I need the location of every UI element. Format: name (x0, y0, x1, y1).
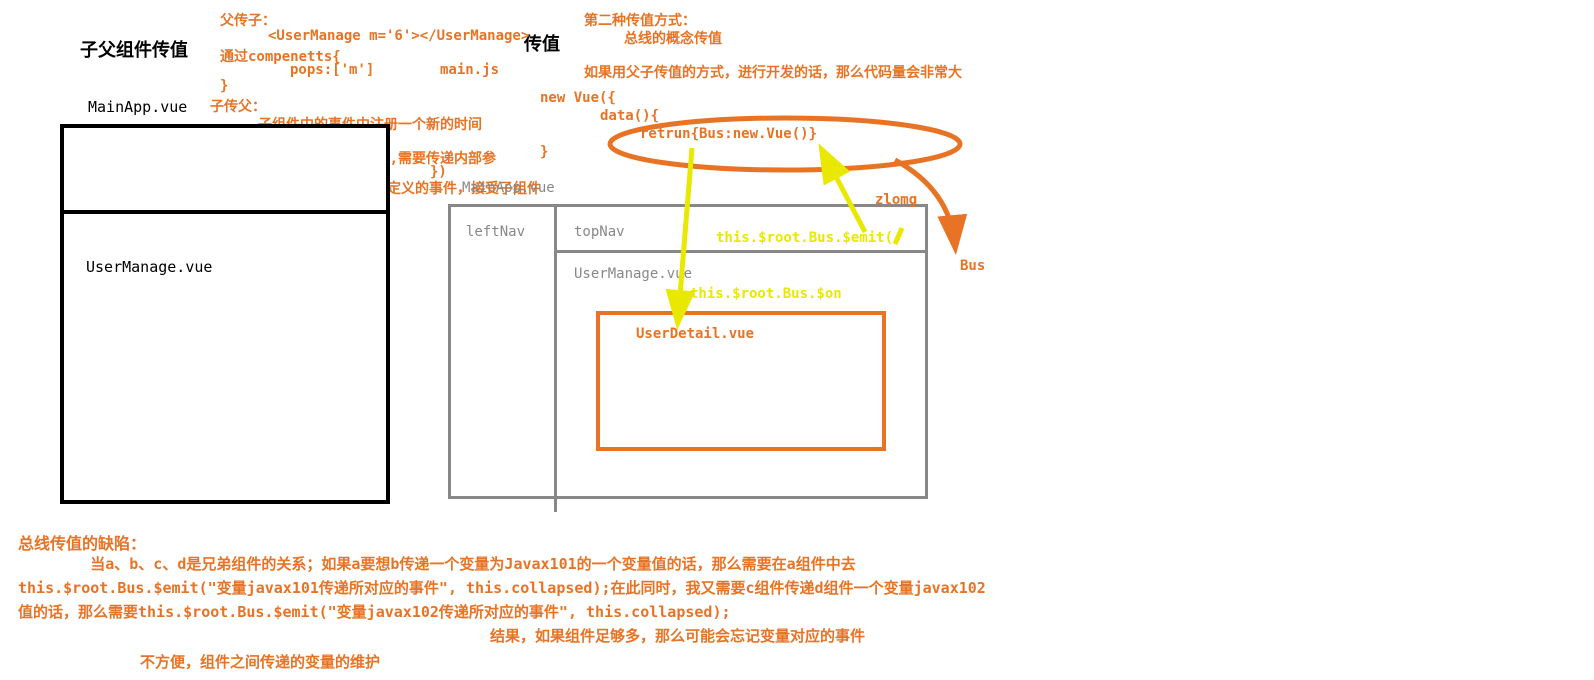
topnav-label: topNav (574, 224, 625, 240)
defect-p3: 不方便，组件之间传递的变量的维护 (140, 650, 1120, 674)
p2c-heading: 父传子： (220, 10, 276, 30)
defect-heading: 总线传值的缺陷： (18, 530, 146, 554)
defect-p2: 结果，如果组件足够多，那么可能会忘记变量对应的事件 (490, 624, 1470, 648)
bus-note: 如果用父子传值的方式，进行开发的话，那么代码量会非常大 (584, 62, 962, 82)
mainapp-divider-left (60, 210, 390, 214)
p2c-l3: pops:['m'] (290, 62, 374, 78)
c2p-heading: 子传父： (210, 96, 266, 116)
c2p-brace: }) (430, 164, 447, 180)
mainapp-box-left (60, 124, 390, 504)
bus-title: 第二种传值方式： (584, 10, 696, 30)
mainapp-left-label: MainApp.vue (88, 98, 187, 116)
defect-p1: 当a、b、c、d是兄弟组件的关系；如果a要想b传递一个变量为Javax101的一… (18, 552, 998, 624)
mainapp-right-label: MainApp.vue (462, 180, 555, 196)
bus-l4: } (540, 144, 548, 160)
usermanage-left-label: UserManage.vue (86, 258, 212, 276)
p2c-l1: <UserManage m='6'></UserManage> (268, 28, 529, 44)
mainjs-label: main.js (440, 62, 499, 78)
bus-subtitle: 总线的概念传值 (624, 28, 722, 48)
yellow-arrows (640, 140, 940, 340)
p2c-l4: } (220, 78, 228, 94)
title-transfer: 传值 (524, 30, 560, 56)
title-parent-child: 子父组件传值 (80, 36, 188, 62)
leftnav-label: leftNav (466, 224, 525, 240)
bus-l1: new Vue({ (540, 90, 616, 106)
